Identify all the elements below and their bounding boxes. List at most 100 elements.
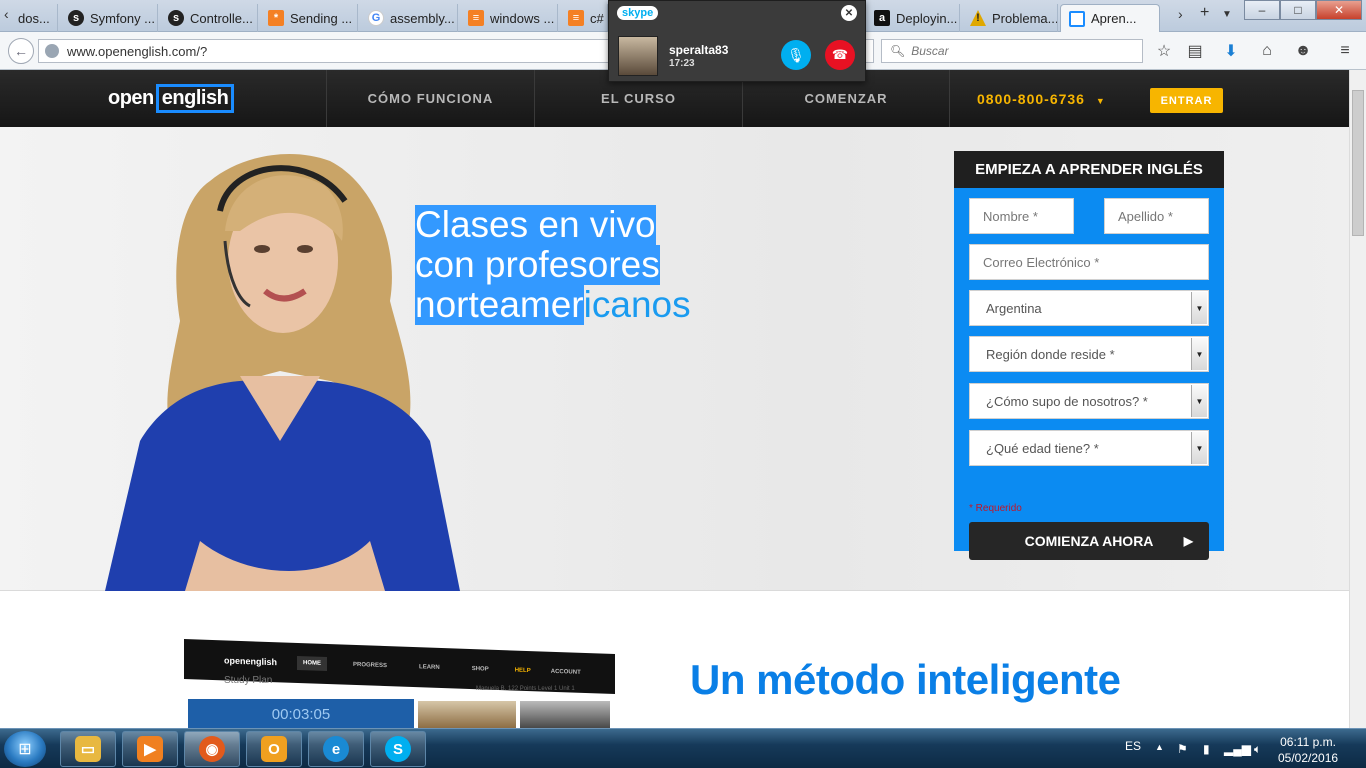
globe-icon [45,44,59,58]
tab-label: Problema... [992,10,1058,26]
url-text: www.openenglish.com/? [67,43,208,59]
taskbar-app-firefox[interactable]: ◉ [184,731,240,767]
preview-tab: PROGRESS [353,661,388,670]
logo-text-english: english [155,84,235,113]
preview-meta: Manuela B. 122 Points Level 1 Unit 1 [476,686,575,692]
google-icon: G [368,10,384,26]
call-duration: 17:23 [669,58,695,69]
signup-form: EMPIEZA A APRENDER INGLÉS Nombre * Apell… [954,151,1224,560]
tab-list-chevron-icon[interactable]: ▼ [1222,9,1232,20]
amazon-icon: a [874,10,890,26]
maximize-button[interactable]: □ [1280,0,1316,20]
close-button[interactable]: ✕ [1316,0,1362,20]
downloads-icon[interactable]: ⬇ [1222,42,1240,60]
tab-scroll-left-icon[interactable]: ‹ [4,6,9,22]
browser-tab[interactable]: ! Problema... [962,4,1058,32]
email-field[interactable]: Correo Electrónico * [969,244,1209,280]
stackoverflow-icon: ≡ [568,10,584,26]
menu-icon[interactable]: ≡ [1336,42,1354,60]
skype-titlebar: skype [609,1,865,25]
minimize-button[interactable]: – [1244,0,1280,20]
nav-como-funciona[interactable]: CÓMO FUNCIONA [326,70,534,127]
phone-number[interactable]: 0800-800-6736 ▼ [977,91,1106,107]
media-player-icon: ▶ [137,736,163,762]
back-button[interactable]: ← [8,38,34,64]
bookmarks-list-icon[interactable]: ▤ [1186,42,1204,60]
new-tab-icon[interactable]: + [1200,4,1209,22]
browser-tab[interactable]: * Sending ... [260,4,358,32]
taskbar-app-skype[interactable]: S [370,731,426,767]
age-select[interactable]: ¿Qué edad tiene? * ▼ [969,430,1209,466]
browser-tab[interactable]: s Symfony ... [60,4,158,32]
phone-text: 0800-800-6736 [977,91,1085,107]
volume-icon[interactable]: 🔈︎ [1254,742,1261,757]
age-value: ¿Qué edad tiene? * [986,440,1099,456]
last-name-field[interactable]: Apellido * [1104,198,1209,234]
tab-label: Deployin... [896,10,958,26]
taskbar-app-internet-explorer[interactable]: e [308,731,364,767]
preview-tab: HOME [297,655,328,671]
scrollbar-thumb[interactable] [1352,90,1364,236]
clock-date: 05/02/2016 [1278,751,1339,765]
tab-scroll-right-icon[interactable]: › [1178,6,1183,22]
window-controls: – □ ✕ [1244,0,1362,20]
browser-tab[interactable]: s Controlle... [160,4,258,32]
preview-account: ACCOUNT [550,668,581,676]
openenglish-logo[interactable]: open english [108,84,235,113]
browser-tab[interactable]: a Deployin... [866,4,960,32]
dropdown-arrow-icon: ▼ [1191,338,1207,370]
login-button[interactable]: ENTRAR [1150,88,1223,113]
preview-logo: openenglish [224,655,278,668]
action-center-flag-icon[interactable]: ⚑ [1177,742,1188,756]
hero-section: Clases en vivo con profesores norteameri… [0,127,1349,591]
microphone-button[interactable]: 🎙︎ [781,40,811,70]
system-clock[interactable]: 06:11 p.m. 05/02/2016 [1278,734,1338,766]
chevron-right-icon: ▶ [1183,534,1193,548]
region-select[interactable]: Región donde reside * ▼ [969,336,1209,372]
preview-tab: LEARN [419,664,440,671]
language-indicator[interactable]: ES [1125,739,1141,753]
tab-label: Controlle... [190,10,253,26]
home-icon[interactable]: ⌂ [1258,42,1276,60]
battery-icon[interactable]: ▮ [1203,742,1210,756]
back-arrow-icon: ← [14,43,28,59]
browser-tab[interactable]: dos... [10,4,58,32]
browser-tab[interactable]: ≡ c# ... [560,4,608,32]
preview-study-plan: Study Plan [224,675,273,686]
hang-up-icon: ☎ [831,47,849,62]
search-icon: 🔍︎ [890,44,906,58]
browser-tab-active[interactable]: Apren... [1060,4,1160,32]
browser-tab[interactable]: ≡ windows ... [460,4,558,32]
dropdown-arrow-icon: ▼ [1191,292,1207,324]
show-hidden-icons-icon[interactable]: ▲ [1155,742,1164,752]
internet-explorer-icon: e [323,736,349,762]
start-button[interactable]: ⊞ [4,731,46,767]
hero-headline: Clases en vivo con profesores norteameri… [415,205,691,325]
dropdown-arrow-icon: ▼ [1191,432,1207,464]
taskbar-app-explorer[interactable]: ▭ [60,731,116,767]
symfony-icon: s [168,10,184,26]
headline-line-3-selected: norteamer [415,284,584,325]
region-value: Región donde reside * [986,346,1115,362]
network-signal-icon[interactable]: ▂▄▆ [1224,742,1251,756]
browser-tab[interactable]: Gassembly... [360,4,458,32]
folder-icon: ▭ [75,736,101,762]
first-name-field[interactable]: Nombre * [969,198,1074,234]
source-select[interactable]: ¿Cómo supo de nosotros? * ▼ [969,383,1209,419]
close-icon[interactable]: ✕ [841,5,857,21]
page-scrollbar[interactable] [1349,70,1366,728]
country-select[interactable]: Argentina ▼ [969,290,1209,326]
headline-line-3-rest: icanos [583,284,691,325]
method-section: openenglish HOME PROGRESS LEARN SHOP HEL… [0,591,1349,728]
tab-label: Sending ... [290,10,353,26]
submit-button[interactable]: COMIENZA AHORA ▶ [969,522,1209,560]
woman-with-headset-image [105,153,460,591]
taskbar-app-media-player[interactable]: ▶ [122,731,178,767]
search-input[interactable]: 🔍︎ Buscar [881,39,1143,63]
end-call-button[interactable]: ☎ [825,40,855,70]
bookmark-star-icon[interactable]: ☆ [1155,42,1173,60]
chat-icon[interactable]: ☻ [1294,42,1312,60]
taskbar-app-outlook[interactable]: O [246,731,302,767]
tab-label: Apren... [1091,11,1137,26]
stackoverflow-icon: ≡ [468,10,484,26]
